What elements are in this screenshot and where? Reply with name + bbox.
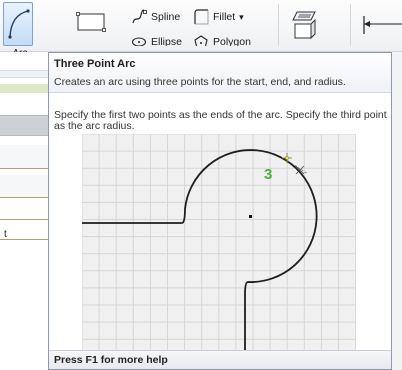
step-number: 3: [264, 166, 272, 183]
tooltip-title: Three Point Arc: [54, 58, 136, 70]
spline-icon: [132, 9, 147, 24]
arc-button[interactable]: [3, 2, 33, 46]
help-hint: Press F1 for more help: [54, 354, 168, 366]
panel-row: [0, 70, 48, 78]
right-panel-edge: [392, 52, 402, 370]
left-panel: [0, 52, 48, 370]
panel-row[interactable]: [0, 175, 48, 198]
spline-label: Spline: [151, 11, 181, 23]
polygon-button[interactable]: Polygon: [193, 34, 251, 46]
tooltip-description: Creates an arc using three points for th…: [54, 76, 346, 88]
fillet-icon: [194, 9, 209, 25]
region-button[interactable]: [289, 8, 319, 42]
panel-row[interactable]: [0, 145, 48, 169]
fillet-button[interactable]: Fillet ▾: [193, 9, 244, 25]
panel-item-text: t: [4, 229, 7, 240]
polygon-icon: [194, 35, 208, 46]
ribbon-separator: [278, 4, 279, 46]
tooltip: Three Point Arc Creates an arc using thr…: [48, 52, 392, 370]
ellipse-icon: [131, 37, 147, 46]
spline-button[interactable]: Spline: [131, 9, 180, 25]
arc-center-point: [249, 215, 252, 218]
dimension-icon: [363, 16, 402, 34]
tooltip-footer: Press F1 for more help: [49, 350, 391, 369]
ribbon-toolbar: Spline Fillet ▾ Ellipse Polygon: [0, 0, 402, 52]
panel-row-selected: [0, 84, 48, 93]
arc-icon: [8, 9, 30, 39]
fillet-label: Fillet: [213, 11, 236, 23]
fillet-dropdown-icon[interactable]: ▾: [239, 12, 244, 23]
divider: [0, 219, 48, 220]
region-icon: [292, 11, 316, 40]
tooltip-header: Three Point Arc Creates an arc using thr…: [49, 53, 391, 93]
polygon-label: Polygon: [213, 36, 251, 46]
panel-header: [0, 115, 48, 136]
rectangle-button[interactable]: [75, 10, 107, 34]
three-point-arc-illustration: 3: [82, 134, 356, 352]
tooltip-body: Specify the first two points as the ends…: [54, 109, 387, 132]
ellipse-label: Ellipse: [151, 36, 182, 46]
dimension-button[interactable]: [362, 14, 402, 36]
divider: [0, 239, 48, 240]
ellipse-button[interactable]: Ellipse: [131, 34, 182, 46]
rectangle-icon: [76, 12, 106, 32]
ribbon-separator: [350, 4, 351, 46]
